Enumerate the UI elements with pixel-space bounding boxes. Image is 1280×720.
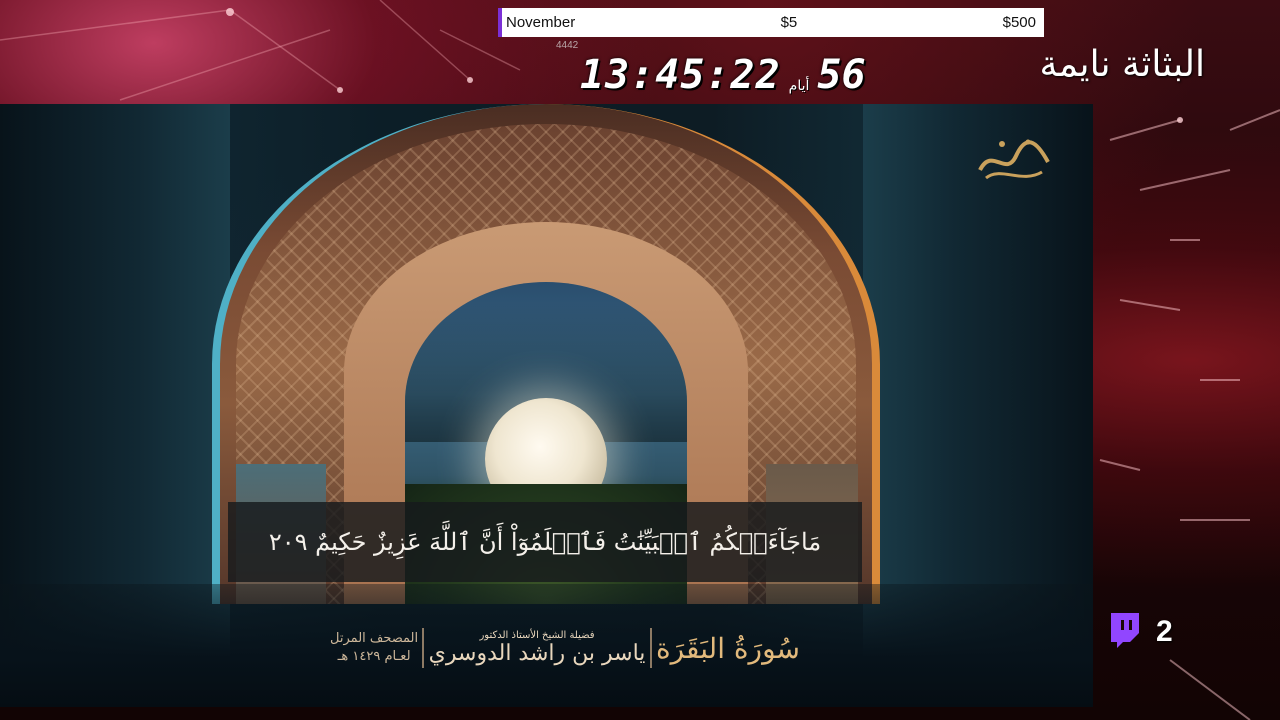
viewer-count: 2 [1108,612,1173,652]
twitch-icon [1108,612,1142,652]
countdown-days: 56 [817,52,866,98]
calligraphy-logo-icon [972,126,1056,190]
donation-goal-bar: November $5 $500 [498,8,1044,37]
goal-month: November [506,14,576,31]
verse-bar: مَاجَآءَتۡكُمُ ٱلۡبَيِّنَٰتُ فَٱعۡلَمُوٓ… [228,502,862,582]
mushaf-info: المصحف المرتل لعـام ١٤٢٩ هـ [330,630,418,666]
viewer-count-value: 2 [1156,615,1173,648]
mushaf-year: لعـام ١٤٢٩ هـ [337,649,411,664]
countdown-time: 13:45:22 [580,52,781,98]
reciter-title: فضيلة الشيخ الأستاذ الدكتور [479,630,595,641]
stream-status-text: البثاثة نايمة [1039,44,1205,85]
countdown-timer: 13:45:22 أيام 56 [580,50,866,100]
reciter-name: ياسر بن راشد الدوسري [428,641,646,666]
video-player[interactable]: مَاجَآءَتۡكُمُ ٱلۡبَيِّنَٰتُ فَٱعۡلَمُوٓ… [0,104,1093,707]
verse-text: مَاجَآءَتۡكُمُ ٱلۡبَيِّنَٰتُ فَٱعۡلَمُوٓ… [268,528,822,556]
goal-current: $5 [780,14,798,31]
separator [422,628,425,668]
separator [649,628,652,668]
mini-code: 4442 [556,40,579,51]
mushaf-label: المصحف المرتل [330,631,419,646]
reciter: فضيلة الشيخ الأستاذ الدكتور ياسر بن راشد… [429,630,646,666]
countdown-days-label: أيام [788,78,810,94]
goal-target: $500 [1002,14,1036,31]
surah-name: سُورَةُ البَقَرَة [655,631,800,665]
credits: سُورَةُ البَقَرَة فضيلة الشيخ الأستاذ ال… [330,610,800,686]
